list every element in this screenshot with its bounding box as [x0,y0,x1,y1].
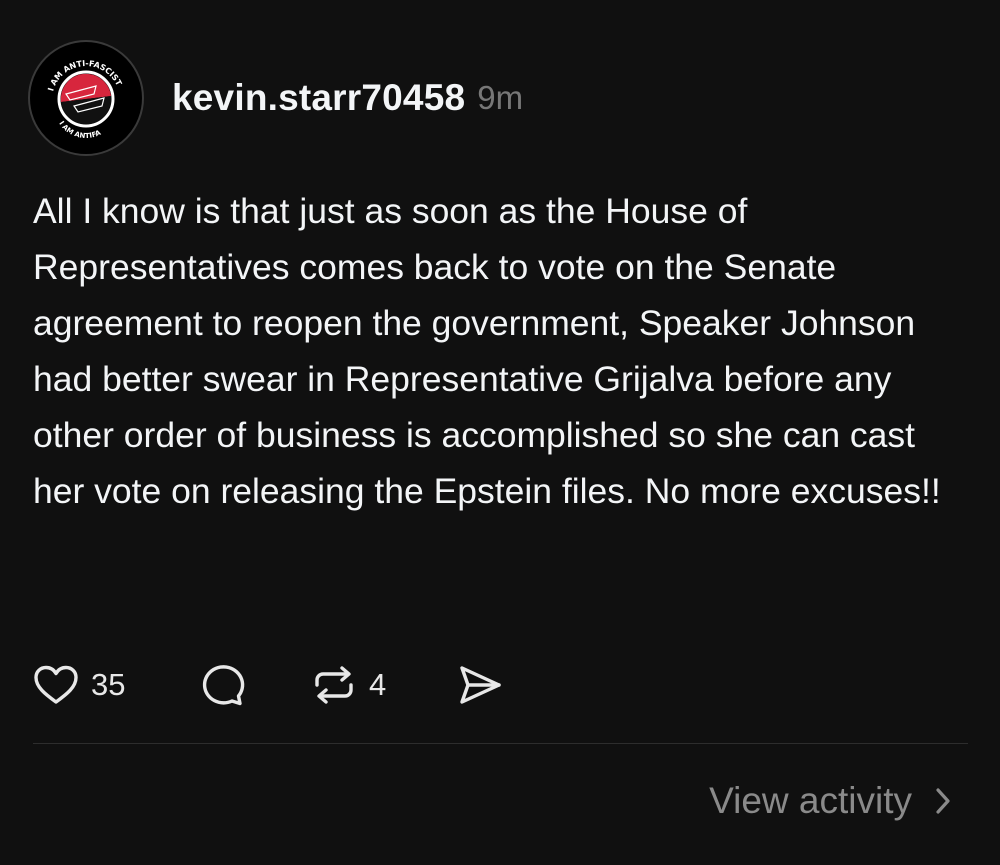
view-activity-label: View activity [709,780,912,821]
heart-icon [34,665,78,704]
repost-button[interactable]: 4 [311,663,457,707]
chevron-right-icon [936,788,950,814]
comment-icon [202,665,245,706]
reply-button[interactable] [199,663,311,707]
share-button[interactable] [457,663,503,707]
send-icon [460,666,501,704]
post-text: All I know is that just as soon as the H… [33,191,941,511]
post-timestamp: 9m [477,79,524,116]
post-header: I AM ANTI-FASCIST I AM ANTIFA kevin.star… [28,40,523,156]
avatar[interactable]: I AM ANTI-FASCIST I AM ANTIFA [28,40,144,156]
divider [33,743,968,744]
like-count: 35 [91,667,126,702]
repost-count: 4 [369,667,387,702]
view-activity-link[interactable]: View activity [709,780,952,822]
username[interactable]: kevin.starr70458 [172,77,465,119]
like-button[interactable]: 35 [33,664,199,706]
antifa-logo-icon: I AM ANTI-FASCIST I AM ANTIFA [46,59,123,140]
post-actions: 35 4 [33,660,503,710]
repost-icon [315,666,353,704]
